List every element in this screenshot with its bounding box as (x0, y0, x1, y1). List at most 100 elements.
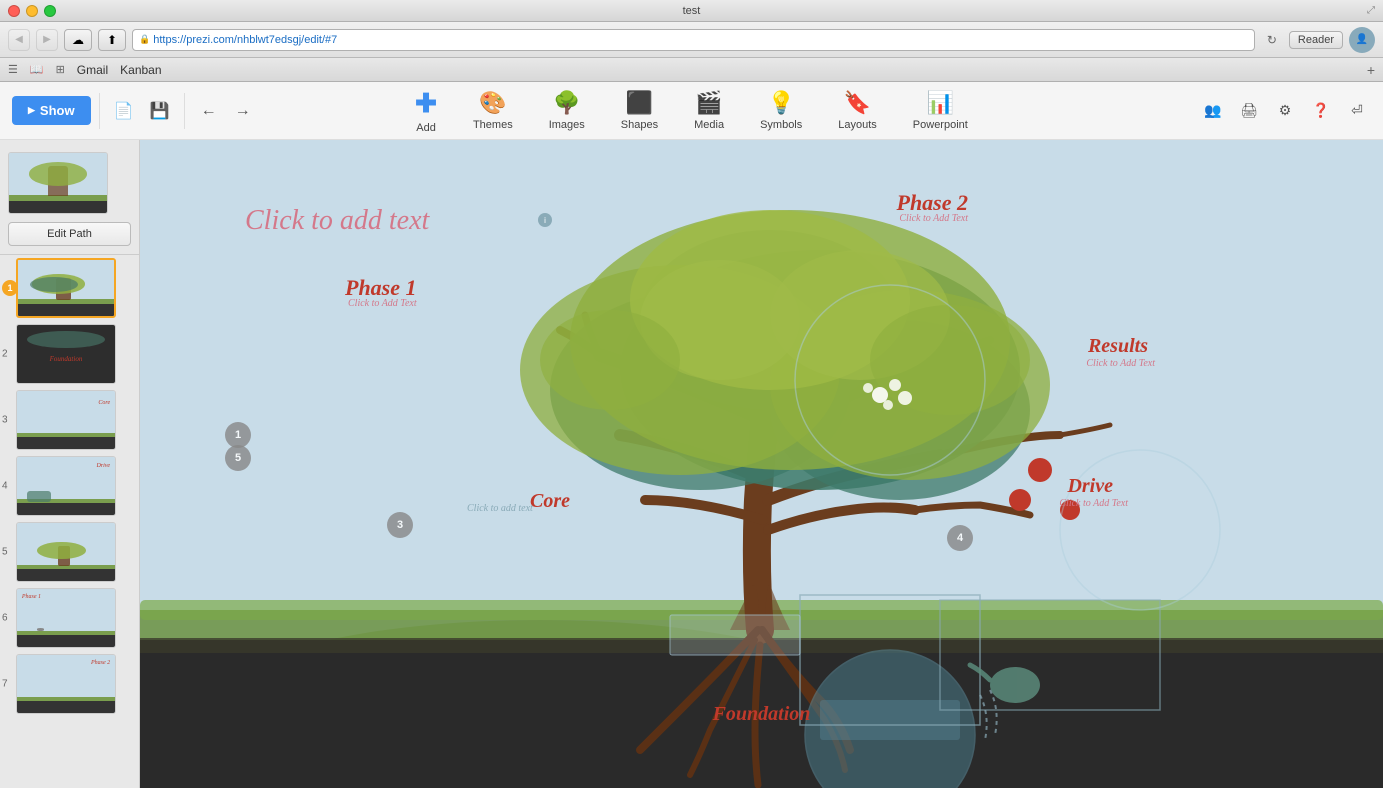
themes-tool[interactable]: 🎨 Themes (465, 86, 521, 135)
people-button[interactable]: 👥 (1199, 97, 1227, 125)
drive-click: Click to Add Text (1059, 498, 1128, 509)
layouts-tool[interactable]: 🔖 Layouts (830, 86, 885, 135)
step-5-num: 5 (235, 452, 241, 464)
overview-canvas (9, 153, 107, 213)
overview-thumbnail[interactable] (8, 152, 108, 214)
slide-item-1[interactable]: 1 (16, 258, 139, 318)
symbols-label: Symbols (760, 119, 802, 131)
slide-thumb-3[interactable]: Core (16, 390, 116, 450)
new-document-button[interactable]: 📄 (108, 95, 140, 127)
sidebar: Edit Path 1 2 (0, 140, 140, 788)
slide-thumb-7[interactable]: Phase 2 (16, 654, 116, 714)
layouts-label: Layouts (838, 119, 877, 131)
forward-button[interactable]: ▶ (36, 29, 58, 51)
images-tool[interactable]: 🌳 Images (541, 86, 593, 135)
add-tool[interactable]: ✚ Add (407, 84, 445, 138)
slide-thumb-2[interactable]: Foundation (16, 324, 116, 384)
slide-thumb-6[interactable]: Phase 1 (16, 588, 116, 648)
window-controls[interactable] (8, 5, 56, 17)
add-label: Add (416, 122, 436, 134)
edit-path-label: Edit Path (47, 228, 92, 240)
apps-icon: ⊞ (56, 63, 65, 76)
themes-label: Themes (473, 119, 513, 131)
kanban-label: Kanban (120, 63, 161, 77)
powerpoint-label: Powerpoint (913, 119, 968, 131)
print-button[interactable]: 🖨 (1235, 97, 1263, 125)
url-text: https://prezi.com/nhblwt7edsgj/edit/#7 (153, 34, 337, 46)
share-button[interactable]: ⬆ (98, 29, 126, 51)
canvas-area[interactable]: Click to add text Phase 1 Click to Add T… (140, 140, 1383, 788)
slide-thumb-4[interactable]: Drive (16, 456, 116, 516)
resize-icon: ⤢ (1367, 5, 1375, 16)
lock-icon: 🔒 (139, 34, 150, 45)
minimize-button[interactable] (26, 5, 38, 17)
slide-item-3[interactable]: 3 Core (16, 390, 139, 450)
maximize-button[interactable] (44, 5, 56, 17)
slide-item-2[interactable]: 2 Foundation (16, 324, 139, 384)
toolbar-right-buttons: 👥 🖨 ⚙ ❓ ⏎ (1199, 97, 1371, 125)
refresh-button[interactable]: ↻ (1261, 29, 1283, 51)
slide-item-4[interactable]: 4 Drive (16, 456, 139, 516)
overview-section (0, 148, 139, 214)
shapes-tool[interactable]: ⬛ Shapes (613, 86, 666, 135)
results-label[interactable]: Results (1088, 335, 1148, 358)
symbols-tool[interactable]: 💡 Symbols (752, 86, 810, 135)
slide-item-7[interactable]: 7 Phase 2 (16, 654, 139, 714)
cloud-button[interactable]: ☁ (64, 29, 92, 51)
powerpoint-tool[interactable]: 📊 Powerpoint (905, 86, 976, 135)
help-button[interactable]: ❓ (1307, 97, 1335, 125)
layouts-icon: 🔖 (844, 90, 871, 116)
settings-button[interactable]: ⚙ (1271, 97, 1299, 125)
info-circle[interactable]: i (538, 213, 552, 227)
slide-num-5: 5 (2, 547, 8, 558)
slide-thumb-1[interactable] (16, 258, 116, 318)
show-label: Show (40, 103, 75, 118)
slide-num-3: 3 (2, 415, 8, 426)
slide-item-5[interactable]: 5 (16, 522, 139, 582)
window-title: test (683, 5, 701, 17)
prezi-toolbar: Show 📄 💾 ← → ✚ Add 🎨 Themes 🌳 Images ⬛ S… (0, 82, 1383, 140)
tree-illustration (140, 140, 1383, 788)
slide-item-6[interactable]: 6 Phase 1 (16, 588, 139, 648)
drive-label[interactable]: Drive (1067, 475, 1113, 498)
results-click: Click to Add Text (1086, 358, 1155, 369)
media-tool[interactable]: 🎬 Media (686, 86, 732, 135)
click-to-add-text[interactable]: Click to add text (245, 205, 429, 237)
bookmark-kanban[interactable]: Kanban (120, 63, 161, 77)
powerpoint-icon: 📊 (927, 90, 954, 116)
edit-path-area: Edit Path (0, 214, 139, 255)
media-icon: 🎬 (695, 90, 722, 116)
core-label[interactable]: Core (530, 490, 570, 513)
reader-button[interactable]: Reader (1289, 31, 1343, 49)
url-bar[interactable]: 🔒 https://prezi.com/nhblwt7edsgj/edit/#7 (132, 29, 1255, 51)
back-button[interactable]: ◀ (8, 29, 30, 51)
close-button[interactable] (8, 5, 20, 17)
slide-number-badge-1: 1 (2, 280, 18, 296)
slide-num-6: 6 (2, 613, 8, 624)
thumb-foliage (29, 162, 88, 186)
add-tab-button[interactable]: + (1367, 62, 1375, 78)
undo-button[interactable]: ← (193, 95, 225, 127)
step-circle-5[interactable]: 5 (225, 445, 251, 471)
toolbar-separator-2 (184, 93, 185, 129)
phase1-click: Click to Add Text (348, 298, 417, 309)
step-circle-3[interactable]: 3 (387, 512, 413, 538)
titlebar: test ⤢ (0, 0, 1383, 22)
profile-avatar[interactable]: 👤 (1349, 27, 1375, 53)
bookmark-gmail[interactable]: Gmail (77, 63, 108, 77)
redo-button[interactable]: → (227, 95, 259, 127)
slide-num-2: 2 (2, 349, 8, 360)
shapes-icon: ⬛ (626, 90, 653, 116)
slide-thumb-5[interactable] (16, 522, 116, 582)
exit-button[interactable]: ⏎ (1343, 97, 1371, 125)
step-3-num: 3 (397, 519, 403, 531)
edit-path-button[interactable]: Edit Path (8, 222, 131, 246)
foundation-label[interactable]: Foundation (713, 703, 811, 726)
show-button[interactable]: Show (12, 96, 91, 125)
gmail-label: Gmail (77, 63, 108, 77)
save-button[interactable]: 💾 (144, 95, 176, 127)
history-buttons: ← → (193, 95, 259, 127)
shapes-label: Shapes (621, 119, 658, 131)
step-circle-4[interactable]: 4 (947, 525, 973, 551)
slide-num-4: 4 (2, 481, 8, 492)
